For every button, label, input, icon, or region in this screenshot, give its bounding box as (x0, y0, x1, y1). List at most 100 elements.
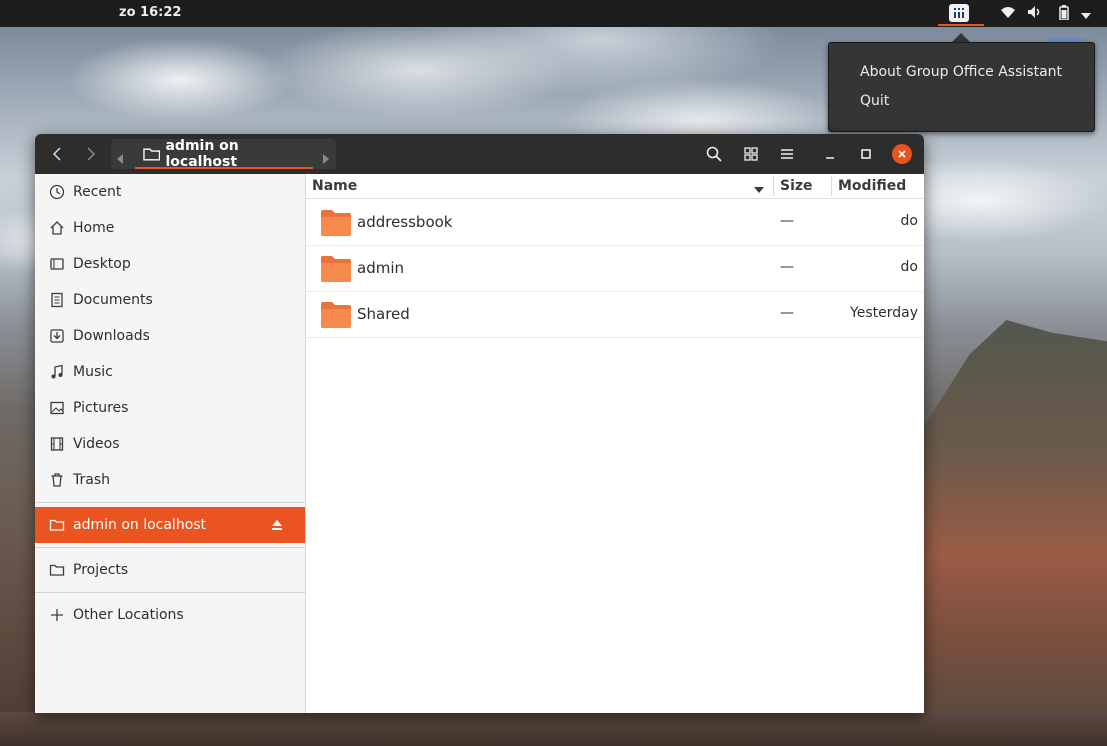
chevron-left-icon (53, 147, 61, 161)
tray-popup-menu: About Group Office Assistant Quit (828, 42, 1095, 132)
sidebar-item-home[interactable]: Home (35, 210, 305, 246)
column-header-modified[interactable]: Modified (838, 178, 906, 194)
volume-icon[interactable] (1027, 5, 1043, 23)
file-row[interactable]: Shared — Yesterday (306, 291, 924, 338)
file-row[interactable]: addressbook — do (306, 199, 924, 246)
tray-active-indicator (938, 24, 984, 26)
path-active-indicator (135, 167, 313, 169)
trash-icon (48, 471, 66, 489)
hamburger-icon (781, 149, 793, 159)
folder-remote-icon (143, 148, 161, 161)
desktop-wallpaper-ground (0, 712, 1107, 746)
popup-arrow (952, 33, 970, 42)
desktop-icon (48, 255, 66, 273)
close-icon (898, 150, 906, 158)
sidebar-item-music[interactable]: Music (35, 354, 305, 390)
clock[interactable]: zo 16:22 (119, 5, 181, 20)
clock-icon (48, 183, 66, 201)
file-name: Shared (357, 305, 410, 323)
music-note-icon (48, 363, 66, 381)
eject-icon[interactable] (271, 519, 283, 535)
plus-icon (48, 606, 66, 624)
menu-item-quit[interactable]: Quit (860, 93, 889, 109)
grid-view-button[interactable] (739, 134, 763, 174)
sidebar-item-label: Trash (73, 472, 110, 488)
sidebar-item-other-locations[interactable]: Other Locations (35, 597, 305, 633)
top-bar: zo 16:22 (0, 0, 1107, 27)
maximize-icon (861, 149, 871, 159)
minimize-icon (826, 157, 834, 159)
home-icon (48, 219, 66, 237)
sidebar-separator (35, 547, 305, 548)
path-label: admin on localhost (165, 138, 239, 170)
sidebar-item-pictures[interactable]: Pictures (35, 390, 305, 426)
grid-icon (744, 147, 758, 161)
path-bar: admin on localhost (111, 138, 336, 170)
sidebar-separator (35, 592, 305, 593)
group-office-tray-icon[interactable] (949, 4, 969, 22)
file-size: — (780, 213, 794, 229)
folder-network-icon (48, 516, 66, 534)
path-scroll-right-icon[interactable] (323, 149, 329, 168)
path-segment-current[interactable]: admin on localhost (135, 138, 311, 170)
sidebar-item-videos[interactable]: Videos (35, 426, 305, 462)
file-row[interactable]: admin — do (306, 245, 924, 292)
film-icon (48, 435, 66, 453)
files-window: admin on localhost Recent Home Desktop D… (35, 134, 924, 713)
sidebar-item-projects[interactable]: Projects (35, 552, 305, 588)
column-divider (831, 176, 832, 196)
sidebar-item-label: Other Locations (73, 607, 184, 623)
sidebar-item-label: Recent (73, 184, 122, 200)
minimize-button[interactable] (818, 134, 842, 174)
column-header-size[interactable]: Size (780, 178, 813, 194)
maximize-button[interactable] (854, 134, 878, 174)
file-modified: do (900, 213, 918, 229)
file-name: addressbook (357, 213, 453, 231)
sidebar-item-label: Downloads (73, 328, 150, 344)
file-name: admin (357, 259, 404, 277)
column-header-row: Name Size Modified (306, 174, 924, 199)
sidebar-item-label: Pictures (73, 400, 129, 416)
file-size: — (780, 305, 794, 321)
sidebar-item-label: Home (73, 220, 115, 236)
document-icon (48, 291, 66, 309)
battery-icon[interactable] (1059, 5, 1069, 24)
column-header-name[interactable]: Name (312, 178, 357, 194)
file-modified: do (900, 259, 918, 275)
sidebar-item-label: admin on localhost (73, 517, 207, 533)
folder-icon (321, 256, 351, 282)
sidebar-item-recent[interactable]: Recent (35, 174, 305, 210)
sort-chevron-down-icon[interactable] (754, 182, 764, 198)
sidebar-item-label: Projects (73, 562, 129, 578)
image-icon (48, 399, 66, 417)
file-list: Name Size Modified addressbook — do admi… (306, 174, 924, 713)
search-button[interactable] (702, 134, 726, 174)
menu-item-about[interactable]: About Group Office Assistant (860, 64, 1062, 80)
sidebar-item-label: Videos (73, 436, 120, 452)
sidebar-item-label: Documents (73, 292, 153, 308)
close-button[interactable] (892, 144, 912, 164)
sidebar: Recent Home Desktop Documents Downloads … (35, 174, 306, 713)
sidebar-item-documents[interactable]: Documents (35, 282, 305, 318)
sidebar-item-desktop[interactable]: Desktop (35, 246, 305, 282)
wifi-icon[interactable] (1000, 5, 1016, 23)
sidebar-separator (35, 502, 305, 503)
sidebar-item-admin-on-localhost[interactable]: admin on localhost (35, 507, 305, 543)
sidebar-item-label: Music (73, 364, 113, 380)
download-icon (48, 327, 66, 345)
back-button[interactable] (45, 134, 69, 174)
sidebar-item-downloads[interactable]: Downloads (35, 318, 305, 354)
system-menu-chevron-down-icon[interactable] (1081, 9, 1091, 24)
sidebar-item-trash[interactable]: Trash (35, 462, 305, 498)
folder-icon (48, 561, 66, 579)
search-icon (706, 146, 722, 162)
column-divider (773, 176, 774, 196)
desktop-wallpaper-cliff (924, 320, 1107, 746)
path-scroll-left-icon[interactable] (117, 149, 123, 168)
folder-icon (321, 210, 351, 236)
folder-icon (321, 302, 351, 328)
file-size: — (780, 259, 794, 275)
menu-button[interactable] (775, 134, 799, 174)
header-bar: admin on localhost (35, 134, 924, 174)
forward-button[interactable] (79, 134, 103, 174)
